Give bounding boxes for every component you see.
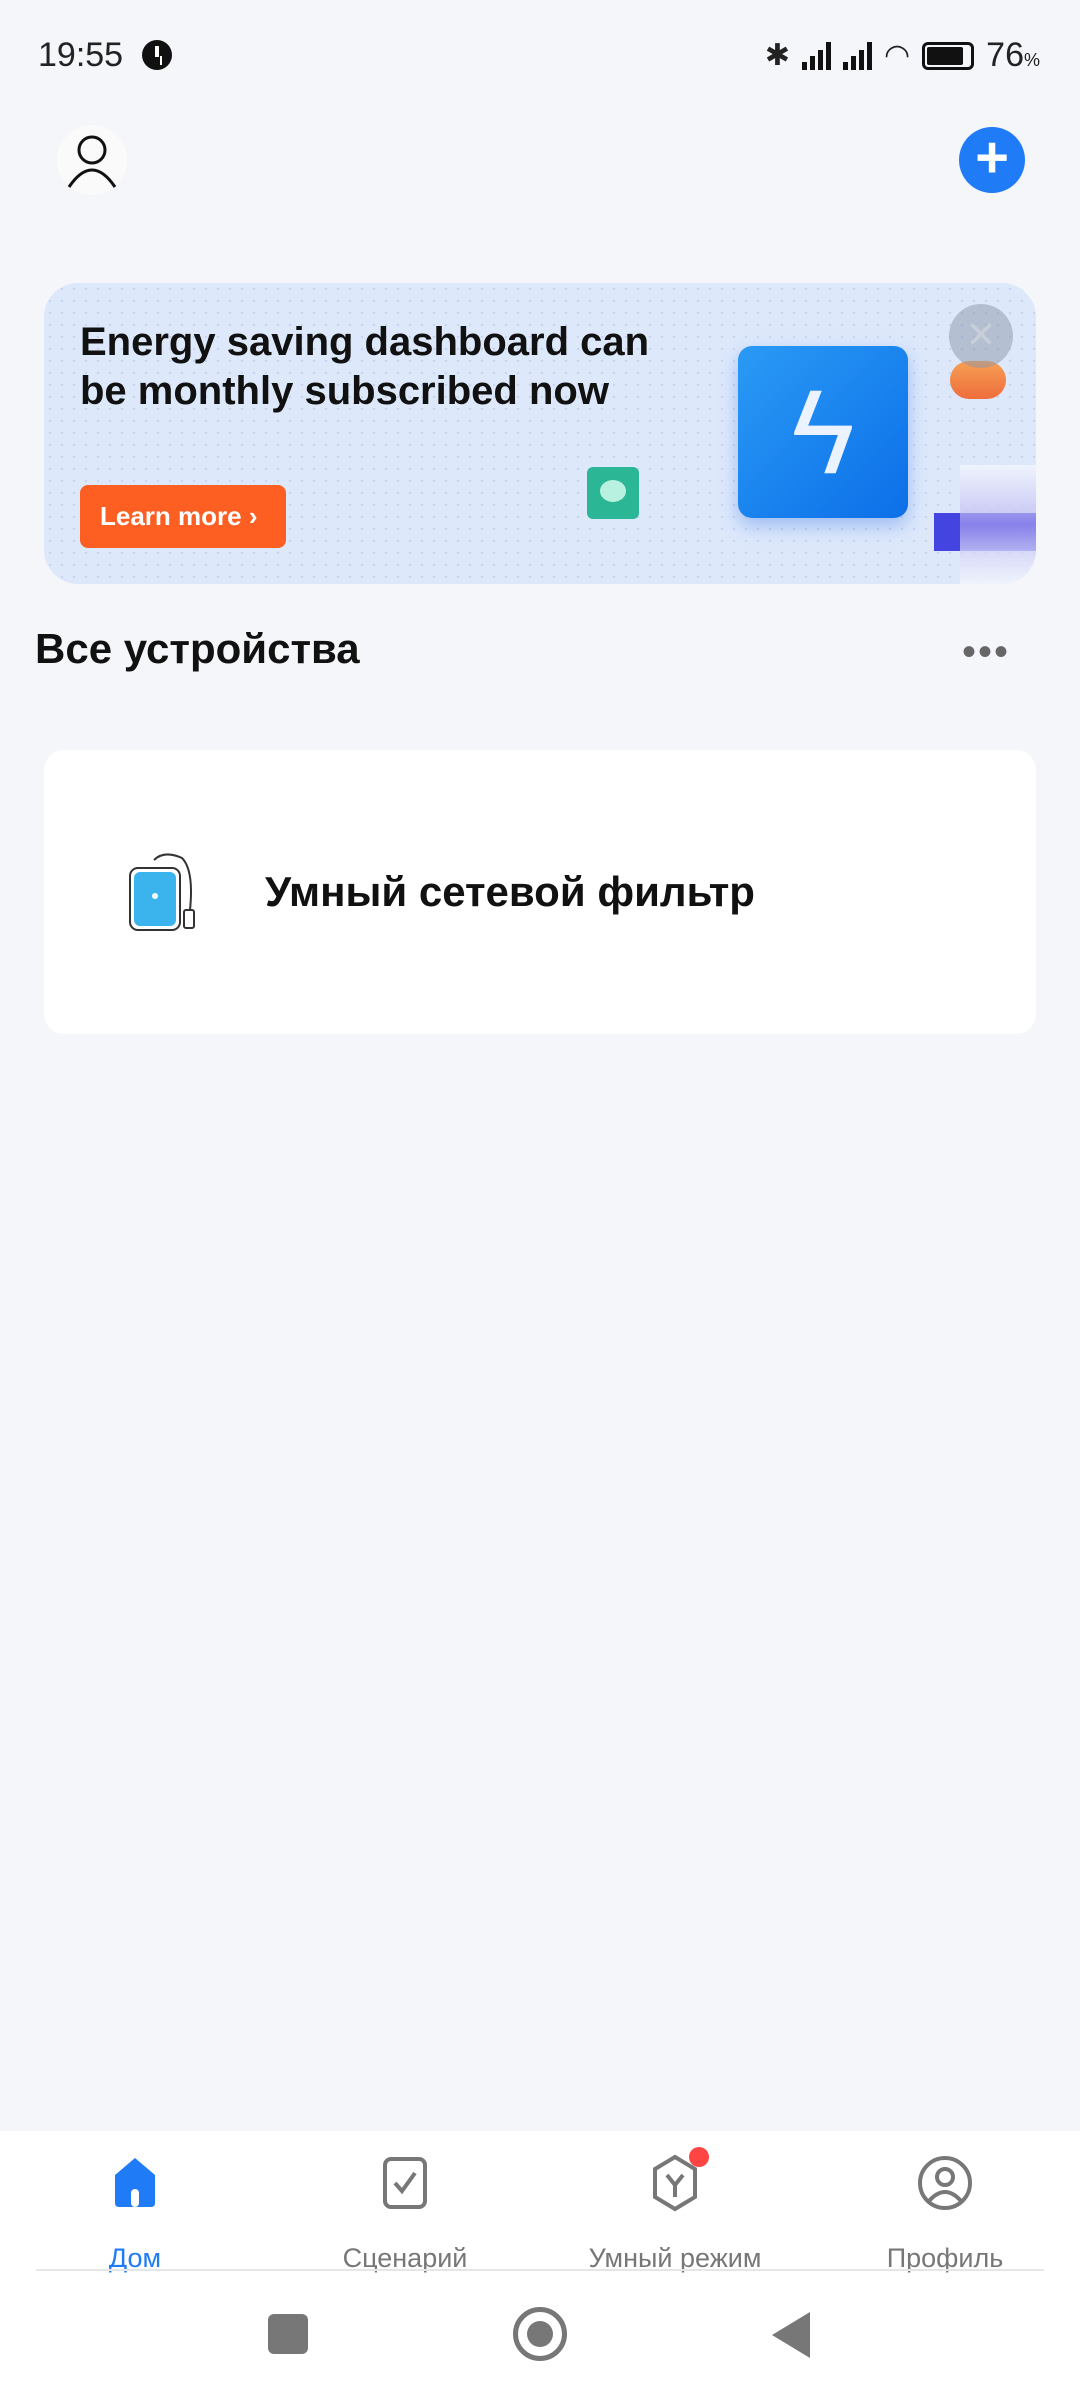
recents-button[interactable] <box>268 2314 308 2354</box>
lightning-icon: ϟ <box>738 346 908 518</box>
chat-icon <box>587 467 639 519</box>
learn-more-button[interactable]: Learn more › <box>80 485 286 548</box>
status-icons: ✱ ◠ 76% <box>765 36 1040 75</box>
status-time: 19:55 <box>38 36 124 74</box>
device-card[interactable]: Умный сетевой фильтр <box>44 750 1036 1034</box>
decor-fade <box>960 465 1036 584</box>
plus-icon: + <box>975 125 1009 190</box>
banner-close-button[interactable]: × <box>949 304 1013 368</box>
add-device-button[interactable]: + <box>959 127 1025 193</box>
user-icon <box>67 135 117 188</box>
tab-smart-mode[interactable]: Умный режим <box>540 2147 810 2274</box>
alarm-clock-icon <box>142 40 172 70</box>
checkbox-icon <box>375 2153 435 2213</box>
signal-icon <box>801 41 831 70</box>
avatar-button[interactable] <box>57 125 127 195</box>
home-system-button[interactable] <box>513 2307 567 2361</box>
more-options-button[interactable]: ••• <box>962 630 1010 675</box>
home-icon <box>105 2153 165 2213</box>
section-title: Все устройства <box>35 625 360 672</box>
profile-icon <box>915 2153 975 2213</box>
wifi-icon: ◠ <box>883 39 911 72</box>
promo-banner[interactable]: Energy saving dashboard can be monthly s… <box>44 283 1036 584</box>
banner-title: Energy saving dashboard can be monthly s… <box>80 320 650 413</box>
battery-icon <box>922 41 975 70</box>
back-button[interactable] <box>772 2312 810 2358</box>
power-strip-icon <box>129 853 195 931</box>
device-name: Умный сетевой фильтр <box>265 868 755 915</box>
cube-icon <box>645 2147 709 2213</box>
signal-icon-2 <box>842 41 872 70</box>
tab-profile[interactable]: Профиль <box>810 2153 1080 2274</box>
status-bar: 19:55 ✱ ◠ 76% <box>0 30 1080 82</box>
tab-scenario[interactable]: Сценарий <box>270 2153 540 2274</box>
notification-badge <box>689 2147 709 2167</box>
tab-home[interactable]: Дом <box>0 2153 270 2274</box>
bluetooth-icon: ✱ <box>764 39 790 72</box>
battery-percent: 76% <box>986 36 1040 74</box>
nav-divider <box>36 2269 1044 2271</box>
